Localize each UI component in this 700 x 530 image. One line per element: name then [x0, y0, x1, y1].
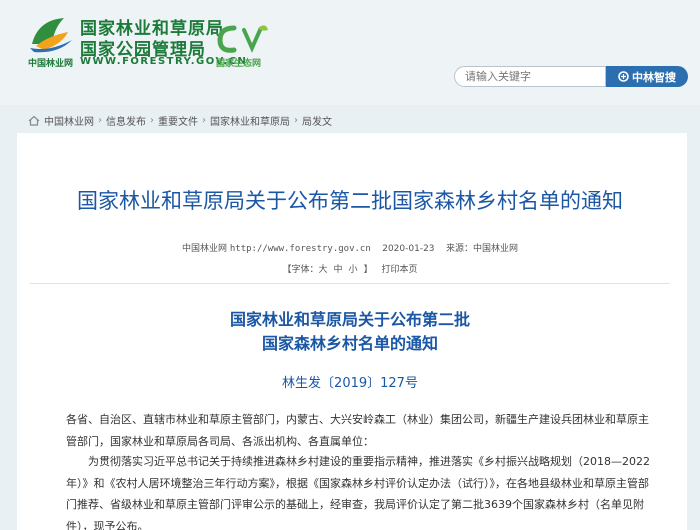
article-tools: 【字体：大中小】 打印本页	[0, 262, 700, 275]
divider	[30, 283, 670, 284]
article-title: 国家林业和草原局关于公布第二批国家森林乡村名单的通知	[77, 189, 623, 213]
article-source-url[interactable]: http://www.forestry.gov.cn	[230, 244, 371, 254]
breadcrumb-item-bureau-docs[interactable]: 局发文	[302, 113, 332, 128]
breadcrumb-item-info[interactable]: 信息发布	[106, 113, 146, 128]
article-meta: 中国林业网 http://www.forestry.gov.cn 2020-01…	[0, 241, 700, 254]
print-page-link[interactable]: 打印本页	[381, 265, 417, 275]
breadcrumb-separator-icon: ›	[98, 115, 102, 126]
eco-network-label[interactable]: 国家生态网	[216, 56, 261, 69]
breadcrumb-item-documents[interactable]: 重要文件	[158, 113, 198, 128]
breadcrumb-item-home[interactable]: 中国林业网	[44, 113, 94, 128]
search-button[interactable]: 中林智搜	[606, 66, 688, 87]
breadcrumb-separator-icon: ›	[202, 115, 206, 126]
font-size-medium[interactable]: 中	[334, 265, 343, 275]
font-size-close: 】	[363, 265, 373, 275]
document-title-line2: 国家森林乡村名单的通知	[261, 334, 438, 353]
article-source-site: 中国林业网	[181, 244, 227, 254]
article-date: 2020-01-23	[382, 244, 435, 254]
breadcrumb-separator-icon: ›	[150, 115, 154, 126]
article-paragraph-body: 为贯彻落实习近平总书记关于持续推进森林乡村建设的重要指示精神，推进落实《乡村振兴…	[66, 455, 650, 530]
search-button-label: 中林智搜	[632, 70, 676, 84]
font-size-small[interactable]: 小	[349, 265, 358, 275]
search-input[interactable]	[454, 66, 606, 87]
search-logo-icon	[618, 71, 629, 82]
eco-network-logo-icon[interactable]	[214, 20, 270, 56]
document-number: 林生发〔2019〕127号	[282, 376, 418, 391]
font-size-label[interactable]: 【字体：大	[283, 265, 328, 275]
breadcrumb-item-bureau[interactable]: 国家林业和草原局	[210, 113, 290, 128]
breadcrumb-separator-icon: ›	[294, 115, 298, 126]
document-title-line1: 国家林业和草原局关于公布第二批	[229, 310, 470, 329]
site-name: 中国林业网	[28, 59, 74, 69]
article-paragraph-addressees: 各省、自治区、直辖市林业和草原主管部门，内蒙古、大兴安岭森工（林业）集团公司，新…	[66, 413, 649, 448]
forestry-emblem-icon	[30, 18, 72, 53]
breadcrumb: 中国林业网 › 信息发布 › 重要文件 › 国家林业和草原局 › 局发文	[28, 113, 332, 128]
article-source-label: 来源：中国林业网	[445, 244, 518, 254]
home-icon	[28, 115, 40, 126]
site-header: 国家林业和草原局 国家公园管理局 中国林业网 WWW.FORESTRY.GOV.…	[0, 0, 700, 105]
